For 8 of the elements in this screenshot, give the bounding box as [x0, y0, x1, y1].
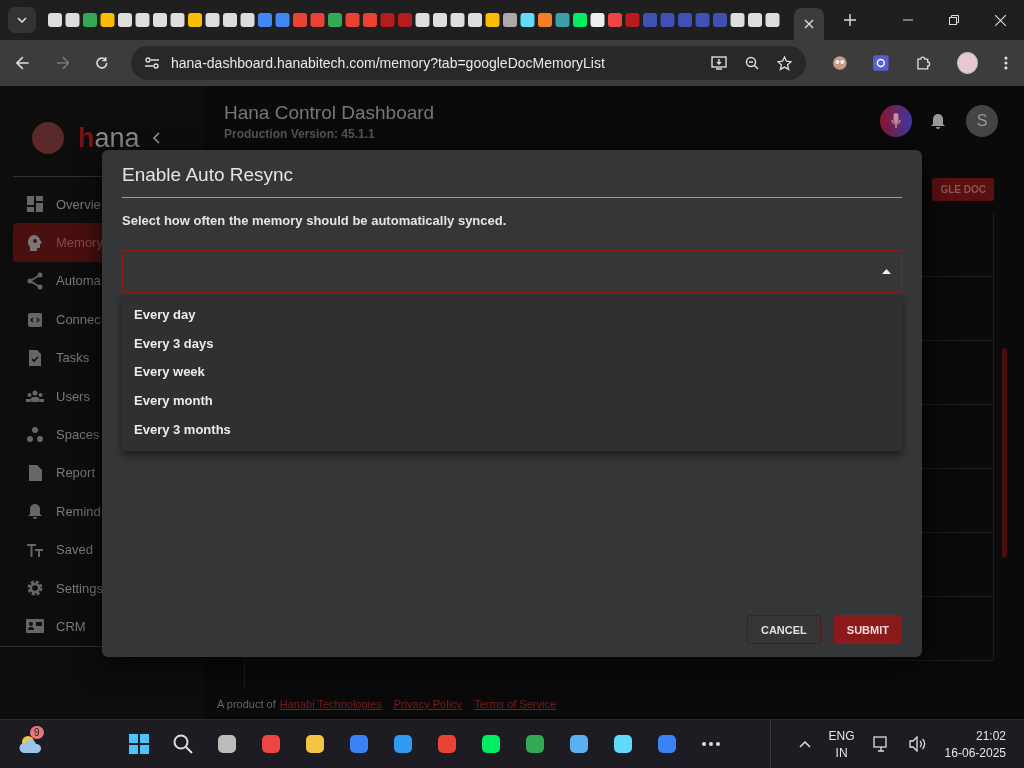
dialog-description: Select how often the memory should be automatically synced. [122, 213, 508, 228]
logo-text: hana [78, 122, 140, 154]
footer-text: A product of [217, 698, 276, 710]
version-text: Production Version: 45.1.1 [224, 126, 376, 141]
dialog-title: Enable Auto Resync [122, 164, 295, 186]
notification-badge: 9 [30, 726, 44, 739]
app-title: Hana Control Dashboard [224, 101, 436, 124]
url-text: hana-dashboard.hanabitech.com/memory?tab=googleDocMemoryList [171, 55, 605, 71]
